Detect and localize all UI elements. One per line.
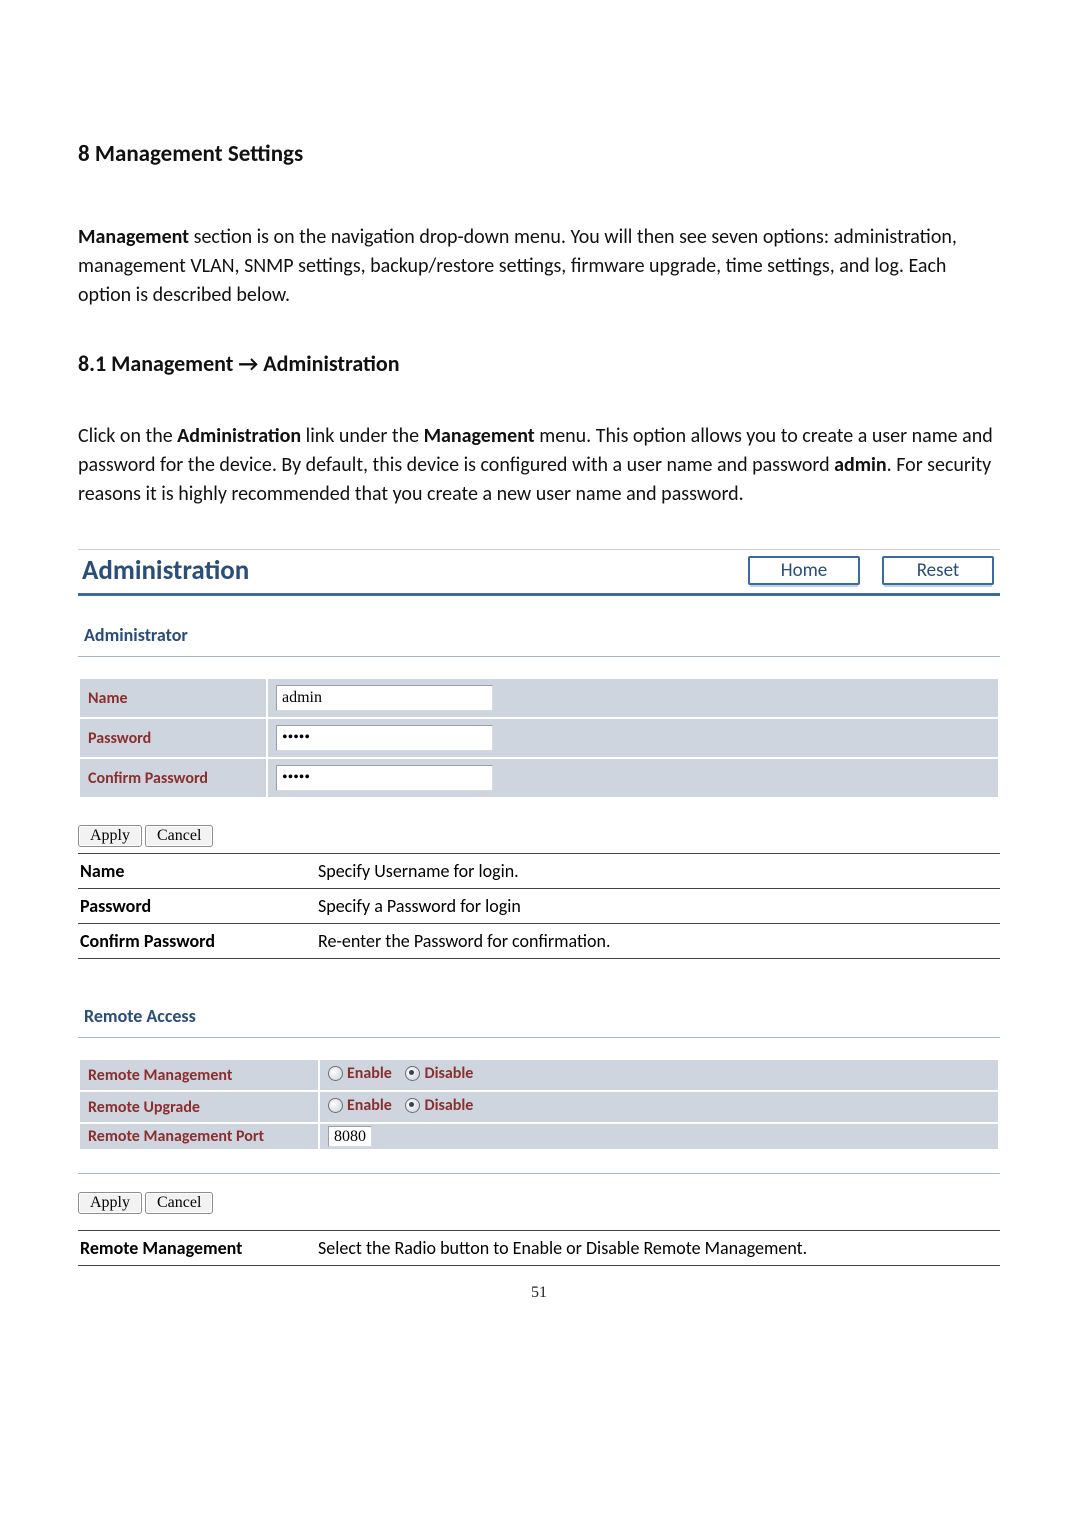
remote-apply-button[interactable]: Apply [78, 1192, 142, 1214]
cancel-button[interactable]: Cancel [145, 825, 213, 847]
doc-name-key: Name [78, 854, 314, 889]
remote-port-label: Remote Management Port [79, 1123, 319, 1150]
apply-button[interactable]: Apply [78, 825, 142, 847]
administration-panel: Administration Home Reset Administrator … [78, 549, 1000, 847]
remote-cancel-button[interactable]: Cancel [145, 1192, 213, 1214]
remote-management-disable-radio[interactable] [405, 1066, 420, 1081]
intro2-paragraph: Click on the Administration link under t… [78, 422, 1000, 509]
doc-cpw-val: Re-enter the Password for confirmation. [314, 924, 1000, 959]
home-button[interactable]: Home [748, 556, 860, 585]
remote-upgrade-disable-radio[interactable] [405, 1098, 420, 1113]
remote-management-enable-radio[interactable] [328, 1066, 343, 1081]
doc-pw-val: Specify a Password for login [314, 889, 1000, 924]
doc-cpw-key: Confirm Password [78, 924, 314, 959]
enable-label: Enable [347, 1064, 392, 1083]
disable-label-2: Disable [424, 1096, 473, 1115]
remote-description-table: Remote Management Select the Radio butto… [78, 1230, 1000, 1266]
remote-management-label: Remote Management [79, 1059, 319, 1091]
intro-rest-1: section is on the navigation drop-down m… [78, 225, 957, 307]
panel-title: Administration [78, 554, 249, 587]
intro-paragraph: Management section is on the navigation … [78, 223, 1000, 310]
reset-button[interactable]: Reset [882, 556, 994, 585]
remote-access-panel: Remote Access Remote Management Enable D… [78, 1005, 1000, 1214]
password-label: Password [79, 718, 267, 758]
section-heading: 8 Management Settings [78, 140, 1000, 168]
page-number: 51 [78, 1284, 1000, 1302]
administrator-label: Administrator [84, 624, 1000, 646]
doc-pw-key: Password [78, 889, 314, 924]
name-input[interactable] [276, 685, 493, 711]
field-description-table: Name Specify Username for login. Passwor… [78, 853, 1000, 959]
remote-port-input[interactable]: 8080 [328, 1126, 372, 1147]
doc-name-val: Specify Username for login. [314, 854, 1000, 889]
intro-strong-1: Management [78, 225, 189, 249]
confirm-password-label: Confirm Password [79, 758, 267, 798]
remote-upgrade-enable-radio[interactable] [328, 1098, 343, 1113]
doc-rm-key: Remote Management [78, 1231, 314, 1266]
remote-upgrade-label: Remote Upgrade [79, 1091, 319, 1123]
subsection-heading: 8.1 Management → Administration [78, 350, 1000, 377]
name-label: Name [79, 678, 267, 718]
password-input[interactable] [276, 725, 493, 751]
remote-access-table: Remote Management Enable Disable Remote … [78, 1058, 1000, 1151]
enable-label-2: Enable [347, 1096, 392, 1115]
doc-rm-val: Select the Radio button to Enable or Dis… [314, 1231, 1000, 1266]
confirm-password-input[interactable] [276, 765, 493, 791]
administrator-table: Name Password Confirm Password [78, 677, 1000, 799]
disable-label: Disable [424, 1064, 473, 1083]
remote-access-label: Remote Access [84, 1005, 1000, 1027]
